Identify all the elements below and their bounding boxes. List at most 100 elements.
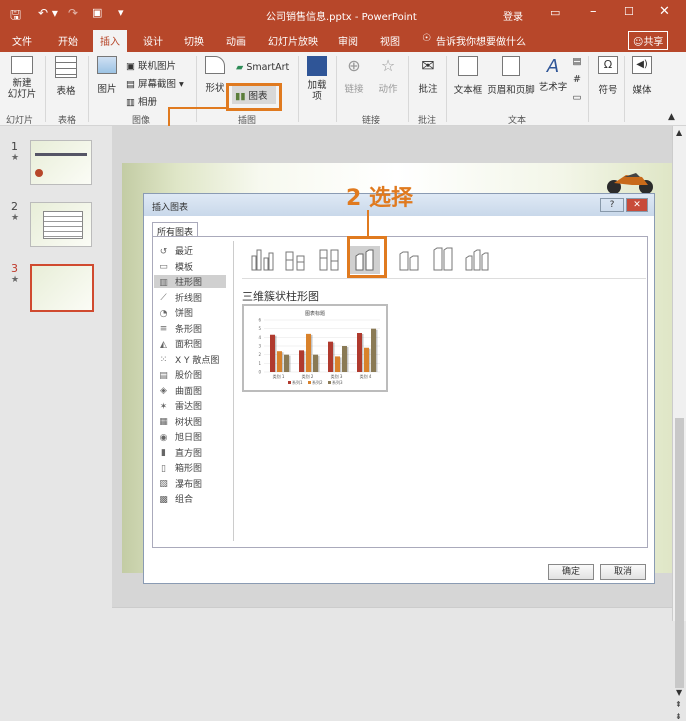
store-icon: [307, 56, 327, 76]
chart-category-label: 箱形图: [175, 464, 203, 474]
tab-home[interactable]: 开始: [58, 33, 78, 48]
chart-category-item[interactable]: ▤ 股价图: [158, 368, 202, 382]
slideshow-from-start-icon[interactable]: ▣: [92, 6, 102, 19]
preview-bar: [277, 351, 282, 372]
preview-y-tick: 0: [258, 370, 261, 375]
tab-insert[interactable]: 插入: [93, 30, 127, 52]
customize-qat-icon[interactable]: ▾: [118, 6, 124, 19]
tab-view[interactable]: 视图: [380, 33, 400, 48]
chart-category-item[interactable]: ▮ 直方图: [158, 446, 202, 459]
slide-thumbnail-3[interactable]: [30, 264, 94, 312]
chart-category-item[interactable]: ▯ 箱形图: [158, 461, 203, 475]
chart-category-item[interactable]: ⟋ 折线图: [158, 291, 202, 304]
chart-category-item[interactable]: ↺ 最近: [158, 244, 193, 258]
maximize-icon[interactable]: ☐: [624, 5, 634, 18]
shapes-button[interactable]: 形状: [202, 56, 228, 94]
media-label: 媒体: [632, 85, 652, 96]
tell-me-box[interactable]: 告诉我你想要做什么: [436, 33, 526, 48]
3d-column-icon[interactable]: [462, 246, 492, 274]
screenshot-button[interactable]: ▤ 屏幕截图 ▾: [126, 76, 184, 90]
action-button[interactable]: ☆ 动作: [374, 56, 402, 95]
chart-category-item[interactable]: ▧ 瀑布图: [158, 477, 202, 490]
chart-category-icon: ◭: [160, 339, 167, 350]
chart-category-item[interactable]: ⁙ X Y 散点图: [158, 353, 220, 366]
clustered-column-icon[interactable]: [248, 246, 278, 274]
ok-button[interactable]: 确定: [548, 564, 594, 580]
object-button[interactable]: ▭: [570, 92, 584, 103]
addins-button[interactable]: 加载 项: [303, 56, 331, 102]
chart-category-item[interactable]: ✶ 雷达图: [158, 399, 202, 413]
tab-animations[interactable]: 动画: [226, 33, 246, 48]
preview-y-tick: 6: [258, 318, 261, 323]
slide-number-button[interactable]: #: [570, 74, 584, 85]
date-time-button[interactable]: ▤: [570, 56, 584, 67]
vertical-scrollbar[interactable]: ▲ ▼ ⇞ ⇟: [672, 126, 686, 721]
new-slide-button[interactable]: 新建 幻灯片: [4, 56, 40, 100]
online-pictures-label: 联机图片: [138, 61, 177, 72]
chart-category-item[interactable]: ◉ 旭日图: [158, 430, 202, 444]
chart-category-icon: ◈: [160, 386, 167, 396]
next-slide-icon[interactable]: ⇟: [675, 712, 682, 721]
preview-chart-svg: 图表标题 0 1 2 3 4 5 6 类别 1 类别 2 类别 3 类别 4 系列1 系列2 系列3: [258, 310, 380, 385]
star-icon: ☆: [380, 56, 396, 75]
collapse-ribbon-icon[interactable]: ▲: [668, 112, 675, 122]
scroll-up-icon[interactable]: ▲: [676, 128, 682, 137]
undo-icon[interactable]: ↶ ▾: [38, 6, 58, 20]
tab-slideshow[interactable]: 幻灯片放映: [268, 33, 318, 48]
chart-category-item[interactable]: ▭ 模板: [158, 260, 193, 273]
redo-icon[interactable]: ↷: [68, 6, 78, 20]
chart-category-item[interactable]: ≡ 条形图: [158, 322, 202, 335]
link-button[interactable]: ⊕ 链接: [340, 56, 368, 95]
subtype-title: 三维簇状柱形图: [242, 290, 319, 303]
share-label: 共享: [643, 37, 664, 48]
tab-transitions[interactable]: 切换: [184, 33, 204, 48]
smartart-button[interactable]: ▰ SmartArt: [236, 62, 289, 73]
login-link[interactable]: 登录: [503, 8, 523, 23]
slide-thumbnail-1[interactable]: [30, 140, 92, 185]
preview-y-tick: 5: [258, 326, 261, 331]
chart-category-item[interactable]: ▩ 组合: [158, 492, 193, 506]
preview-bar-side: [304, 351, 306, 372]
slide-thumbnail-2[interactable]: [30, 202, 92, 247]
chart-category-label: 饼图: [175, 309, 194, 319]
scroll-down-icon[interactable]: ▼: [676, 688, 682, 697]
chart-category-item[interactable]: ▦ 树状图: [158, 415, 202, 428]
wordart-button[interactable]: A 艺术字: [538, 56, 568, 93]
media-button[interactable]: ◀) 媒体: [628, 56, 656, 96]
chart-category-item[interactable]: ◈ 曲面图: [158, 384, 202, 397]
comment-label: 批注: [418, 84, 438, 95]
new-slide-icon: [11, 56, 33, 74]
scrollbar-thumb[interactable]: [675, 418, 684, 688]
chart-preview[interactable]: 图表标题 0 1 2 3 4 5 6 类别 1 类别 2 类别 3 类别 4 系列1 系列2 系列3: [242, 304, 388, 392]
save-icon[interactable]: 🖫: [10, 6, 21, 28]
symbol-button[interactable]: Ω 符号: [594, 56, 622, 96]
tab-design[interactable]: 设计: [143, 33, 163, 48]
3d-stacked-column-icon[interactable]: [394, 246, 424, 274]
cancel-button[interactable]: 取消: [600, 564, 646, 580]
album-button[interactable]: ▥ 相册: [126, 94, 157, 108]
close-icon[interactable]: ✕: [659, 4, 670, 19]
online-pictures-button[interactable]: ▣ 联机图片: [126, 58, 176, 72]
chart-category-item[interactable]: ◔ 饼图: [158, 306, 194, 320]
chart-category-icon: ▦: [159, 417, 168, 427]
minimize-icon[interactable]: –: [590, 4, 597, 19]
3d-percent-stacked-column-icon[interactable]: [428, 246, 458, 274]
picture-button[interactable]: 图片: [94, 56, 120, 95]
chart-category-item[interactable]: ◭ 面积图: [158, 337, 202, 351]
help-icon[interactable]: ?: [600, 198, 624, 212]
comment-button[interactable]: ✉ 批注: [414, 56, 442, 95]
tab-file[interactable]: 文件: [12, 33, 32, 48]
ribbon-display-options-icon[interactable]: ▭: [550, 6, 560, 19]
stacked-column-icon[interactable]: [282, 246, 312, 274]
table-button[interactable]: 表格: [50, 56, 82, 97]
preview-bar-side: [362, 334, 364, 372]
speaker-icon: ◀): [632, 56, 652, 74]
textbox-button[interactable]: 文本框: [452, 56, 484, 96]
percent-stacked-column-icon[interactable]: [316, 246, 346, 274]
share-button[interactable]: ☺共享: [628, 31, 669, 50]
previous-slide-icon[interactable]: ⇞: [675, 700, 682, 709]
chart-category-item[interactable]: ▥ 柱形图: [154, 275, 226, 288]
dialog-close-icon[interactable]: ✕: [626, 198, 648, 212]
header-footer-button[interactable]: 页眉和页脚: [486, 56, 536, 96]
tab-review[interactable]: 审阅: [338, 33, 358, 48]
